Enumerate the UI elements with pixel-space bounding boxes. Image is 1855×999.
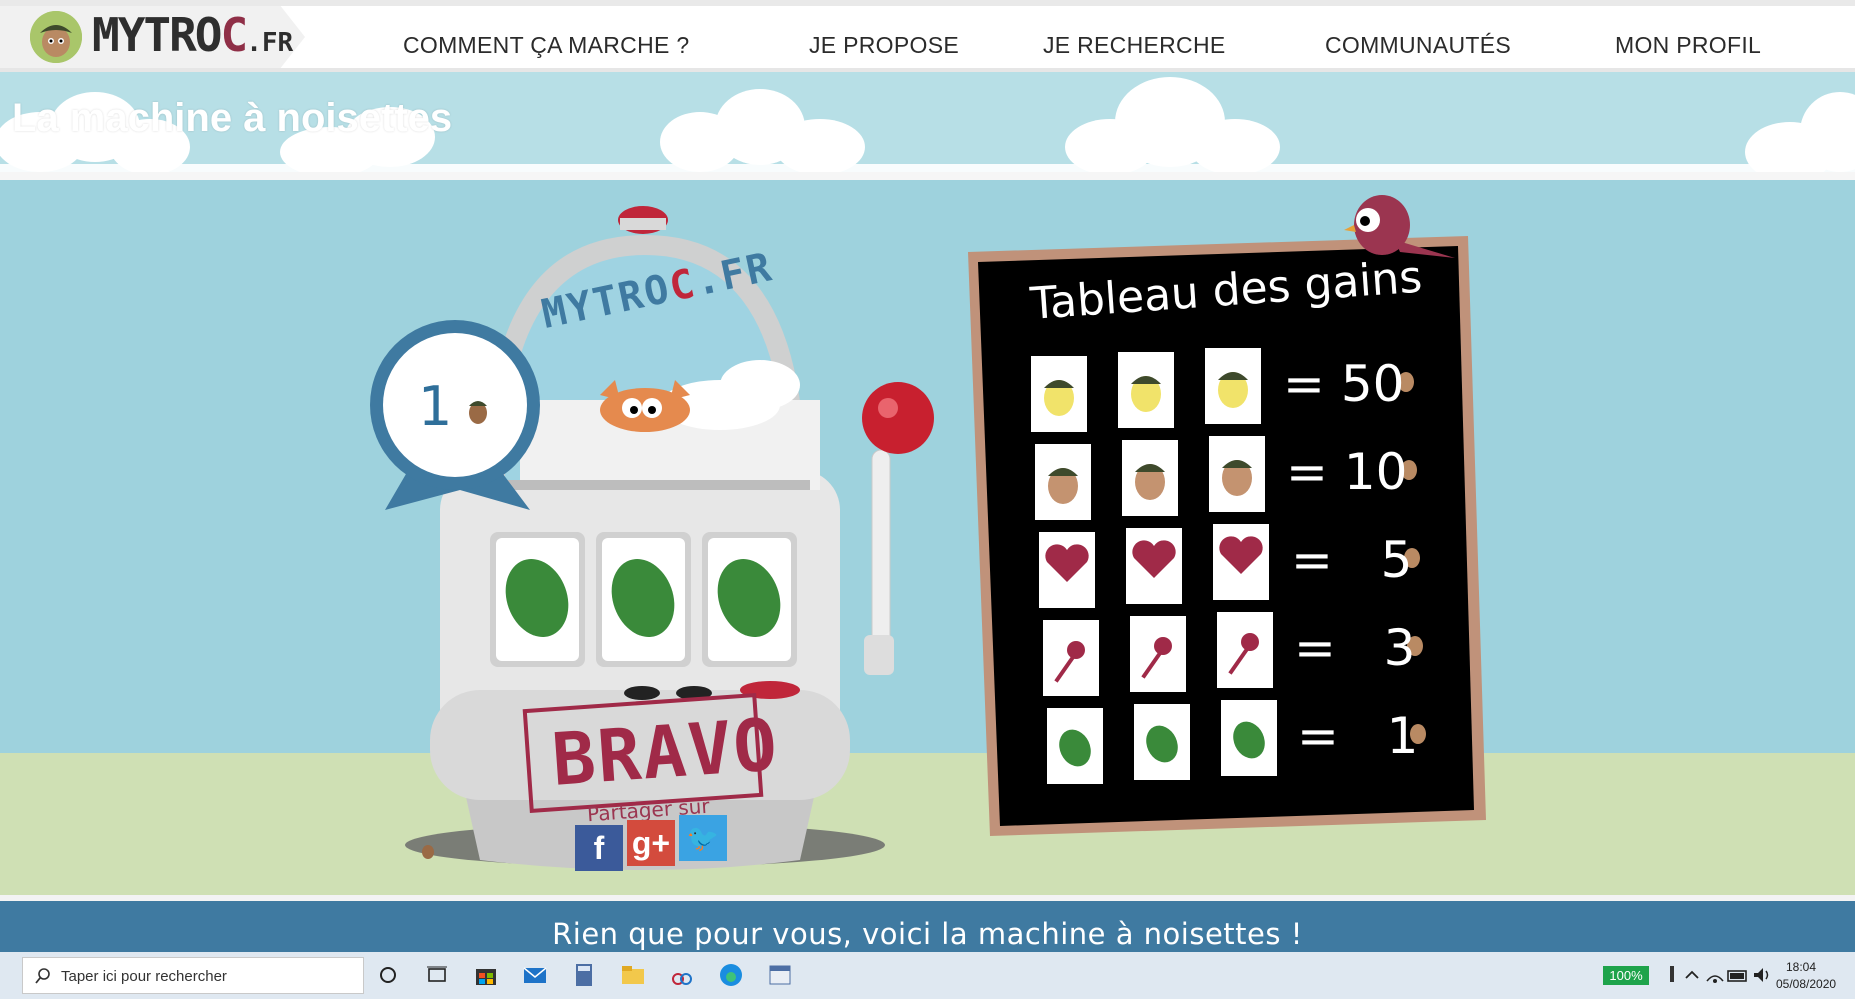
task-view-icon[interactable] xyxy=(425,963,449,987)
mail-icon[interactable] xyxy=(523,963,547,987)
equals-sign: = xyxy=(1291,531,1333,589)
cortana-icon[interactable] xyxy=(376,963,400,987)
payout-value: 3 xyxy=(1383,619,1416,677)
payout-value: 10 xyxy=(1343,443,1408,501)
payout-value: 50 xyxy=(1340,355,1405,413)
page-header: La machine à noisettes xyxy=(0,72,1855,176)
snipping-tool-icon[interactable] xyxy=(670,963,694,987)
logo-brand-accent: C xyxy=(220,8,248,62)
store-icon[interactable] xyxy=(474,963,498,987)
logo-brand-suffix: .FR xyxy=(246,28,294,58)
game-scene: MYTROC.FR 1 BRAVO Partager sur f g+ 🐦 Ta… xyxy=(0,180,1855,895)
battery-icon[interactable] xyxy=(1726,963,1750,987)
file-explorer-icon[interactable] xyxy=(621,963,645,987)
window-app-icon[interactable] xyxy=(768,963,792,987)
equals-sign: = xyxy=(1286,443,1328,501)
site-logo[interactable]: MYTROC.FR xyxy=(0,6,305,68)
page-title: La machine à noisettes xyxy=(12,96,453,140)
clock-date[interactable]: 05/08/2020 xyxy=(1776,977,1836,991)
chevron-up-icon[interactable] xyxy=(1680,963,1704,987)
equals-sign: = xyxy=(1294,619,1336,677)
search-icon xyxy=(35,968,50,984)
equals-sign: = xyxy=(1297,707,1339,765)
payout-row-heart: = 5 xyxy=(1291,531,1412,589)
hazelnut-mascot-icon xyxy=(30,11,82,63)
payout-value: 5 xyxy=(1380,531,1413,589)
nav-my-profile[interactable]: MON PROFIL xyxy=(1615,32,1761,59)
edge-browser-icon[interactable] xyxy=(719,963,743,987)
clock-time[interactable]: 18:04 xyxy=(1786,960,1816,974)
logo-brand-main: MYTRO xyxy=(92,8,222,62)
nav-communities[interactable]: COMMUNAUTÉS xyxy=(1325,32,1511,59)
payout-row-bird: = 3 xyxy=(1294,619,1415,677)
wifi-icon[interactable] xyxy=(1703,963,1727,987)
taskbar-search-box[interactable]: Taper ici pour rechercher xyxy=(22,957,364,994)
banner-text: Rien que pour vous, voici la machine à n… xyxy=(552,917,1303,951)
logo-wordmark: MYTROC.FR xyxy=(92,8,293,62)
payout-row-golden-hazelnut: = 50 xyxy=(1283,355,1404,413)
calculator-icon[interactable] xyxy=(572,963,596,987)
nav-i-propose[interactable]: JE PROPOSE xyxy=(809,32,959,59)
header-divider xyxy=(0,172,1855,180)
payout-board xyxy=(968,195,1486,836)
nav-i-search[interactable]: JE RECHERCHE xyxy=(1043,32,1226,59)
windows-taskbar: Taper ici pour rechercher 100% 18:04 05/… xyxy=(0,952,1855,999)
payout-value: 1 xyxy=(1386,707,1419,765)
top-navigation: MYTROC.FR COMMENT ÇA MARCHE ? JE PROPOSE… xyxy=(0,0,1855,72)
battery-percent-badge[interactable]: 100% xyxy=(1603,966,1649,985)
search-placeholder: Taper ici pour rechercher xyxy=(61,968,227,985)
equals-sign: = xyxy=(1283,355,1325,413)
volume-icon[interactable] xyxy=(1750,963,1774,987)
nav-how-it-works[interactable]: COMMENT ÇA MARCHE ? xyxy=(403,32,689,59)
payout-row-leaf: = 1 xyxy=(1297,707,1418,765)
promo-banner: Rien que pour vous, voici la machine à n… xyxy=(0,895,1855,952)
payout-row-hazelnut: = 10 xyxy=(1286,443,1407,501)
